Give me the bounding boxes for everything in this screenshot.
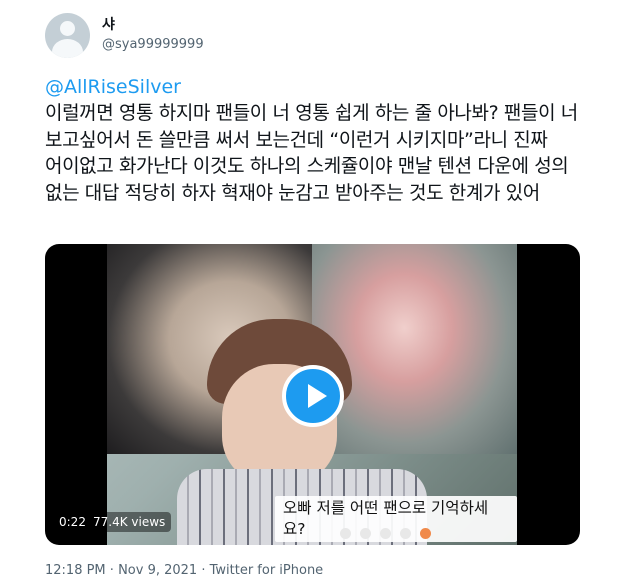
reaction-icon [400,528,412,539]
meta-separator: · [105,563,119,578]
play-icon[interactable] [282,365,344,427]
avatar-body-shape [52,39,83,58]
video-views: 77.4K views [87,512,172,532]
video-player[interactable]: 오빠 저를 어떤 팬으로 기억하세요? 0:22 77.4K views [45,244,580,545]
avatar[interactable] [45,13,90,58]
author-handle[interactable]: @sya99999999 [102,36,204,53]
poster-right-image [312,244,517,454]
avatar-head-shape [60,21,75,36]
tweet-source[interactable]: Twitter for iPhone [210,563,324,578]
reaction-icon [380,528,392,539]
tweet-time[interactable]: 12:18 PM [45,563,106,578]
reaction-icon [360,528,372,539]
emoji-reaction-row [340,524,435,539]
tweet-text: 이럴꺼면 영통 하지마 팬들이 너 영통 쉽게 하는 줄 아나봐? 팬들이 너 … [45,102,578,204]
reaction-icon [420,528,432,539]
meta-separator: · [197,563,210,578]
play-triangle [308,384,327,408]
mention-link[interactable]: @AllRiseSilver [45,74,181,100]
reaction-icon [340,528,351,539]
tweet-meta: 12:18 PM · Nov 9, 2021 · Twitter for iPh… [45,562,323,579]
tweet-date[interactable]: Nov 9, 2021 [118,563,197,578]
author-display-name[interactable]: 샤 [102,16,115,34]
